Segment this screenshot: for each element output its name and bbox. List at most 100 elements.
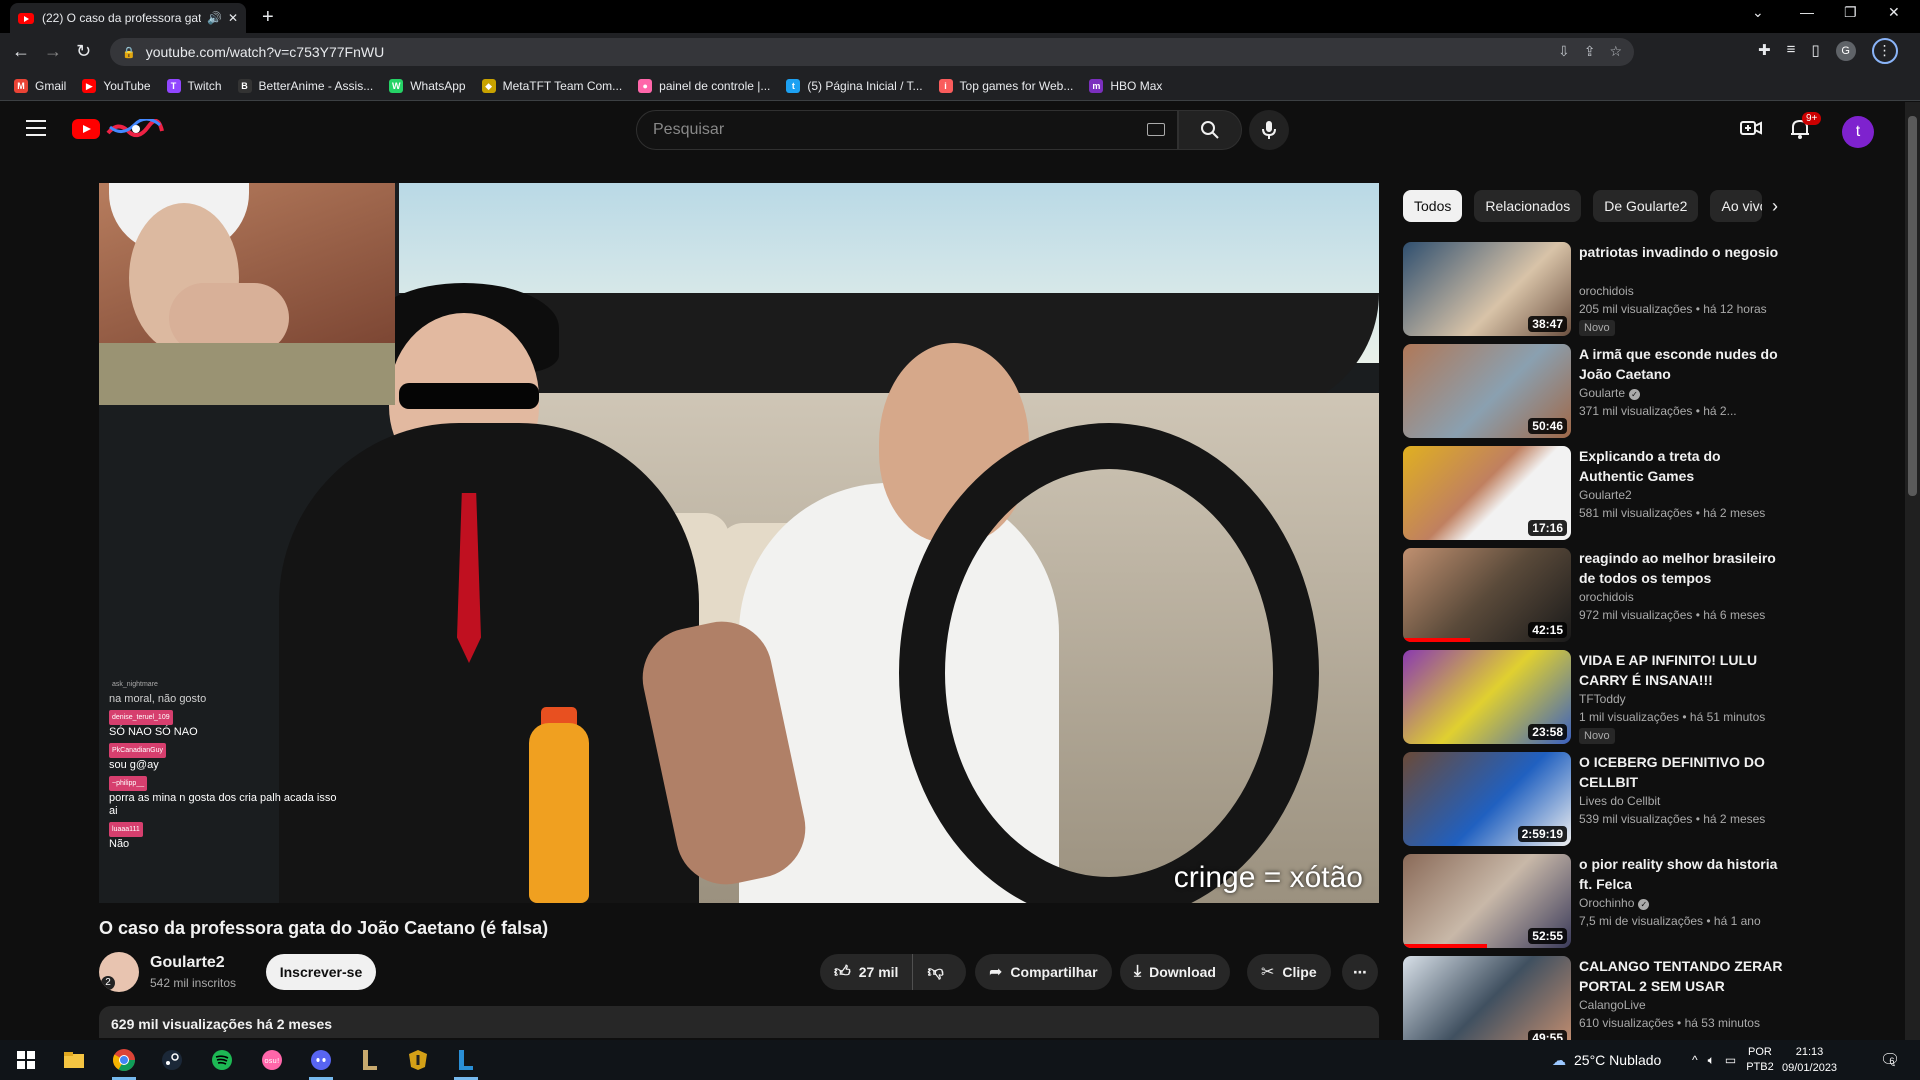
lock-icon[interactable]: 🔒 [122,46,136,59]
recommended-channel[interactable]: orochidois [1579,590,1634,604]
channel-avatar[interactable] [99,952,139,992]
recommended-video-title[interactable]: VIDA E AP INFINITO! LULU CARRY É INSANA!… [1579,650,1783,690]
bookmark-item[interactable]: i Top games for Web... [938,78,1073,93]
recommended-channel[interactable]: TFToddy [1579,692,1626,706]
windows-start-icon[interactable] [12,1046,40,1074]
video-thumbnail[interactable]: 52:55 [1403,854,1571,948]
subscribe-button[interactable]: Inscrever-se [266,954,376,990]
steam-icon[interactable] [158,1046,186,1074]
recommended-video-title[interactable]: O ICEBERG DEFINITIVO DO CELLBIT [1579,752,1783,792]
video-thumbnail[interactable]: 49:55 [1403,956,1571,1050]
league-game-icon[interactable] [452,1046,480,1080]
recommended-channel[interactable]: CalangoLive [1579,998,1646,1012]
file-explorer-icon[interactable] [60,1046,88,1074]
recommended-video-title[interactable]: reagindo ao melhor brasileiro de todos o… [1579,548,1783,588]
minimize-button[interactable]: — [1800,4,1814,20]
bookmark-item[interactable]: W WhatsApp [389,78,466,93]
more-actions-button[interactable]: ⋯ [1342,954,1378,990]
tab-close-icon[interactable]: ✕ [228,11,238,25]
profile-avatar[interactable]: G [1835,41,1856,61]
recommended-video[interactable]: 2:59:19 O ICEBERG DEFINITIVO DO CELLBIT Li… [1403,752,1783,848]
recommended-video[interactable]: 49:55 CALANGO TENTANDO ZERAR PORTAL 2 SEM… [1403,956,1783,1052]
bookmark-item[interactable]: T Twitch [166,78,222,93]
install-app-icon[interactable]: ⇩ [1558,43,1570,60]
share-button[interactable]: ➦ Compartilhar [975,954,1112,990]
page-scrollbar[interactable] [1905,102,1920,1040]
description-box[interactable]: 629 mil visualizações há 2 meses [99,1006,1379,1038]
extensions-icon[interactable]: ✚ [1758,41,1771,64]
video-thumbnail[interactable]: 38:47 [1403,242,1571,336]
share-page-icon[interactable]: ⇪ [1584,43,1596,60]
recommended-video[interactable]: 42:15 reagindo ao melhor brasileiro de to… [1403,548,1783,644]
media-control-icon[interactable]: ≡ [1787,41,1796,64]
video-thumbnail[interactable]: 50:46 [1403,344,1571,438]
video-thumbnail[interactable]: 2:59:19 [1403,752,1571,846]
chips-next-chevron-icon[interactable]: › [1772,196,1778,217]
restore-button[interactable]: ❐ [1844,4,1857,21]
back-icon[interactable]: ← [12,41,30,62]
dislike-button[interactable]: 👎︎ [913,954,957,990]
recommended-video-title[interactable]: patriotas invadindo o negosio [1579,242,1783,262]
recommended-video-title[interactable]: A irmã que esconde nudes do João Caetano [1579,344,1783,384]
close-window-button[interactable]: ✕ [1888,4,1900,21]
filter-chip[interactable]: Todos [1403,190,1463,222]
notifications-button[interactable]: 9+ [1790,112,1822,145]
recommended-video-title[interactable]: Explicando a treta do Authentic Games [1579,446,1783,486]
recommended-video[interactable]: 38:47 patriotas invadindo o negosio orochi… [1403,242,1783,338]
recommended-channel[interactable]: Goularte2 [1579,488,1632,502]
recommended-channel[interactable]: Lives do Cellbit [1579,794,1660,808]
bookmark-item[interactable]: M Gmail [14,78,66,93]
volume-icon[interactable]: 🔈︎ [1708,1053,1715,1068]
recommended-video-title[interactable]: CALANGO TENTANDO ZERAR PORTAL 2 SEM USAR… [1579,956,1783,996]
side-panel-icon[interactable]: ▯ [1811,41,1819,64]
recommended-channel[interactable]: Goularte ✓ [1579,386,1641,400]
recommended-video[interactable]: 23:58 VIDA E AP INFINITO! LULU CARRY É IN… [1403,650,1783,746]
recommended-channel[interactable]: Orochinho ✓ [1579,896,1650,910]
chrome-taskbar-icon[interactable] [110,1046,138,1080]
spotify-icon[interactable] [208,1046,236,1074]
forward-icon[interactable]: → [44,41,62,62]
tray-chevron-icon[interactable]: ^ [1692,1053,1698,1067]
search-input[interactable]: Pesquisar [636,110,1178,150]
language-indicator[interactable]: POR PTB2 [1746,1045,1774,1075]
keyboard-icon[interactable] [1147,123,1165,136]
voice-search-button[interactable] [1249,110,1289,150]
filter-chip[interactable]: Ao vivo [1710,190,1763,222]
tab-search-icon[interactable]: ⌄ [1752,4,1764,21]
bookmark-item[interactable]: ● painel de controle |... [638,78,770,93]
search-button[interactable] [1178,110,1242,150]
network-icon[interactable]: ▭ [1725,1053,1736,1067]
user-avatar[interactable]: t [1842,116,1874,148]
riot-client-icon[interactable] [404,1046,432,1074]
menu-hamburger-icon[interactable] [26,120,46,136]
recommended-channel[interactable]: orochidois [1579,284,1634,298]
bookmark-item[interactable]: ▶ YouTube [82,78,151,93]
recommended-video[interactable]: 17:16 Explicando a treta do Authentic Gam… [1403,446,1783,542]
bookmark-item[interactable]: m HBO Max [1089,78,1162,93]
reload-icon[interactable]: ↻ [76,41,91,62]
youtube-logo[interactable] [72,119,100,139]
video-thumbnail[interactable]: 17:16 [1403,446,1571,540]
recommended-video[interactable]: 50:46 A irmã que esconde nudes do João Ca… [1403,344,1783,440]
scrollbar-thumb[interactable] [1908,116,1917,496]
video-thumbnail[interactable]: 42:15 [1403,548,1571,642]
bookmark-star-icon[interactable]: ☆ [1609,43,1622,60]
create-video-button[interactable] [1740,118,1762,143]
recommended-video-title[interactable]: o pior reality show da historia ft. Felc… [1579,854,1783,894]
bookmark-item[interactable]: ◆ MetaTFT Team Com... [481,78,622,93]
browser-menu-icon[interactable]: ⋮ [1871,38,1898,64]
recommended-video[interactable]: 52:55 o pior reality show da historia ft.… [1403,854,1783,950]
download-button[interactable]: ⤓ Download [1120,954,1230,990]
discord-icon[interactable] [307,1046,335,1080]
clip-button[interactable]: ✂ Clipe [1247,954,1331,990]
browser-tab-active[interactable]: (22) O caso da professora gata do João C… [10,3,246,33]
action-center-button[interactable]: 🗨︎ 6 [1880,1040,1900,1080]
filter-chip[interactable]: De Goularte2 [1593,190,1699,222]
league-client-icon[interactable] [356,1046,384,1074]
bookmark-item[interactable]: B BetterAnime - Assis... [237,78,373,93]
video-thumbnail[interactable]: 23:58 [1403,650,1571,744]
system-clock[interactable]: 21:13 09/01/2023 [1782,1044,1837,1076]
address-bar[interactable]: 🔒 youtube.com/watch?v=c753Y77FnWU ⇩ ⇪ ☆ [110,38,1634,66]
filter-chip[interactable]: Relacionados [1474,190,1582,222]
weather-widget[interactable]: ☁ 25°C Nublado [1552,1040,1661,1080]
